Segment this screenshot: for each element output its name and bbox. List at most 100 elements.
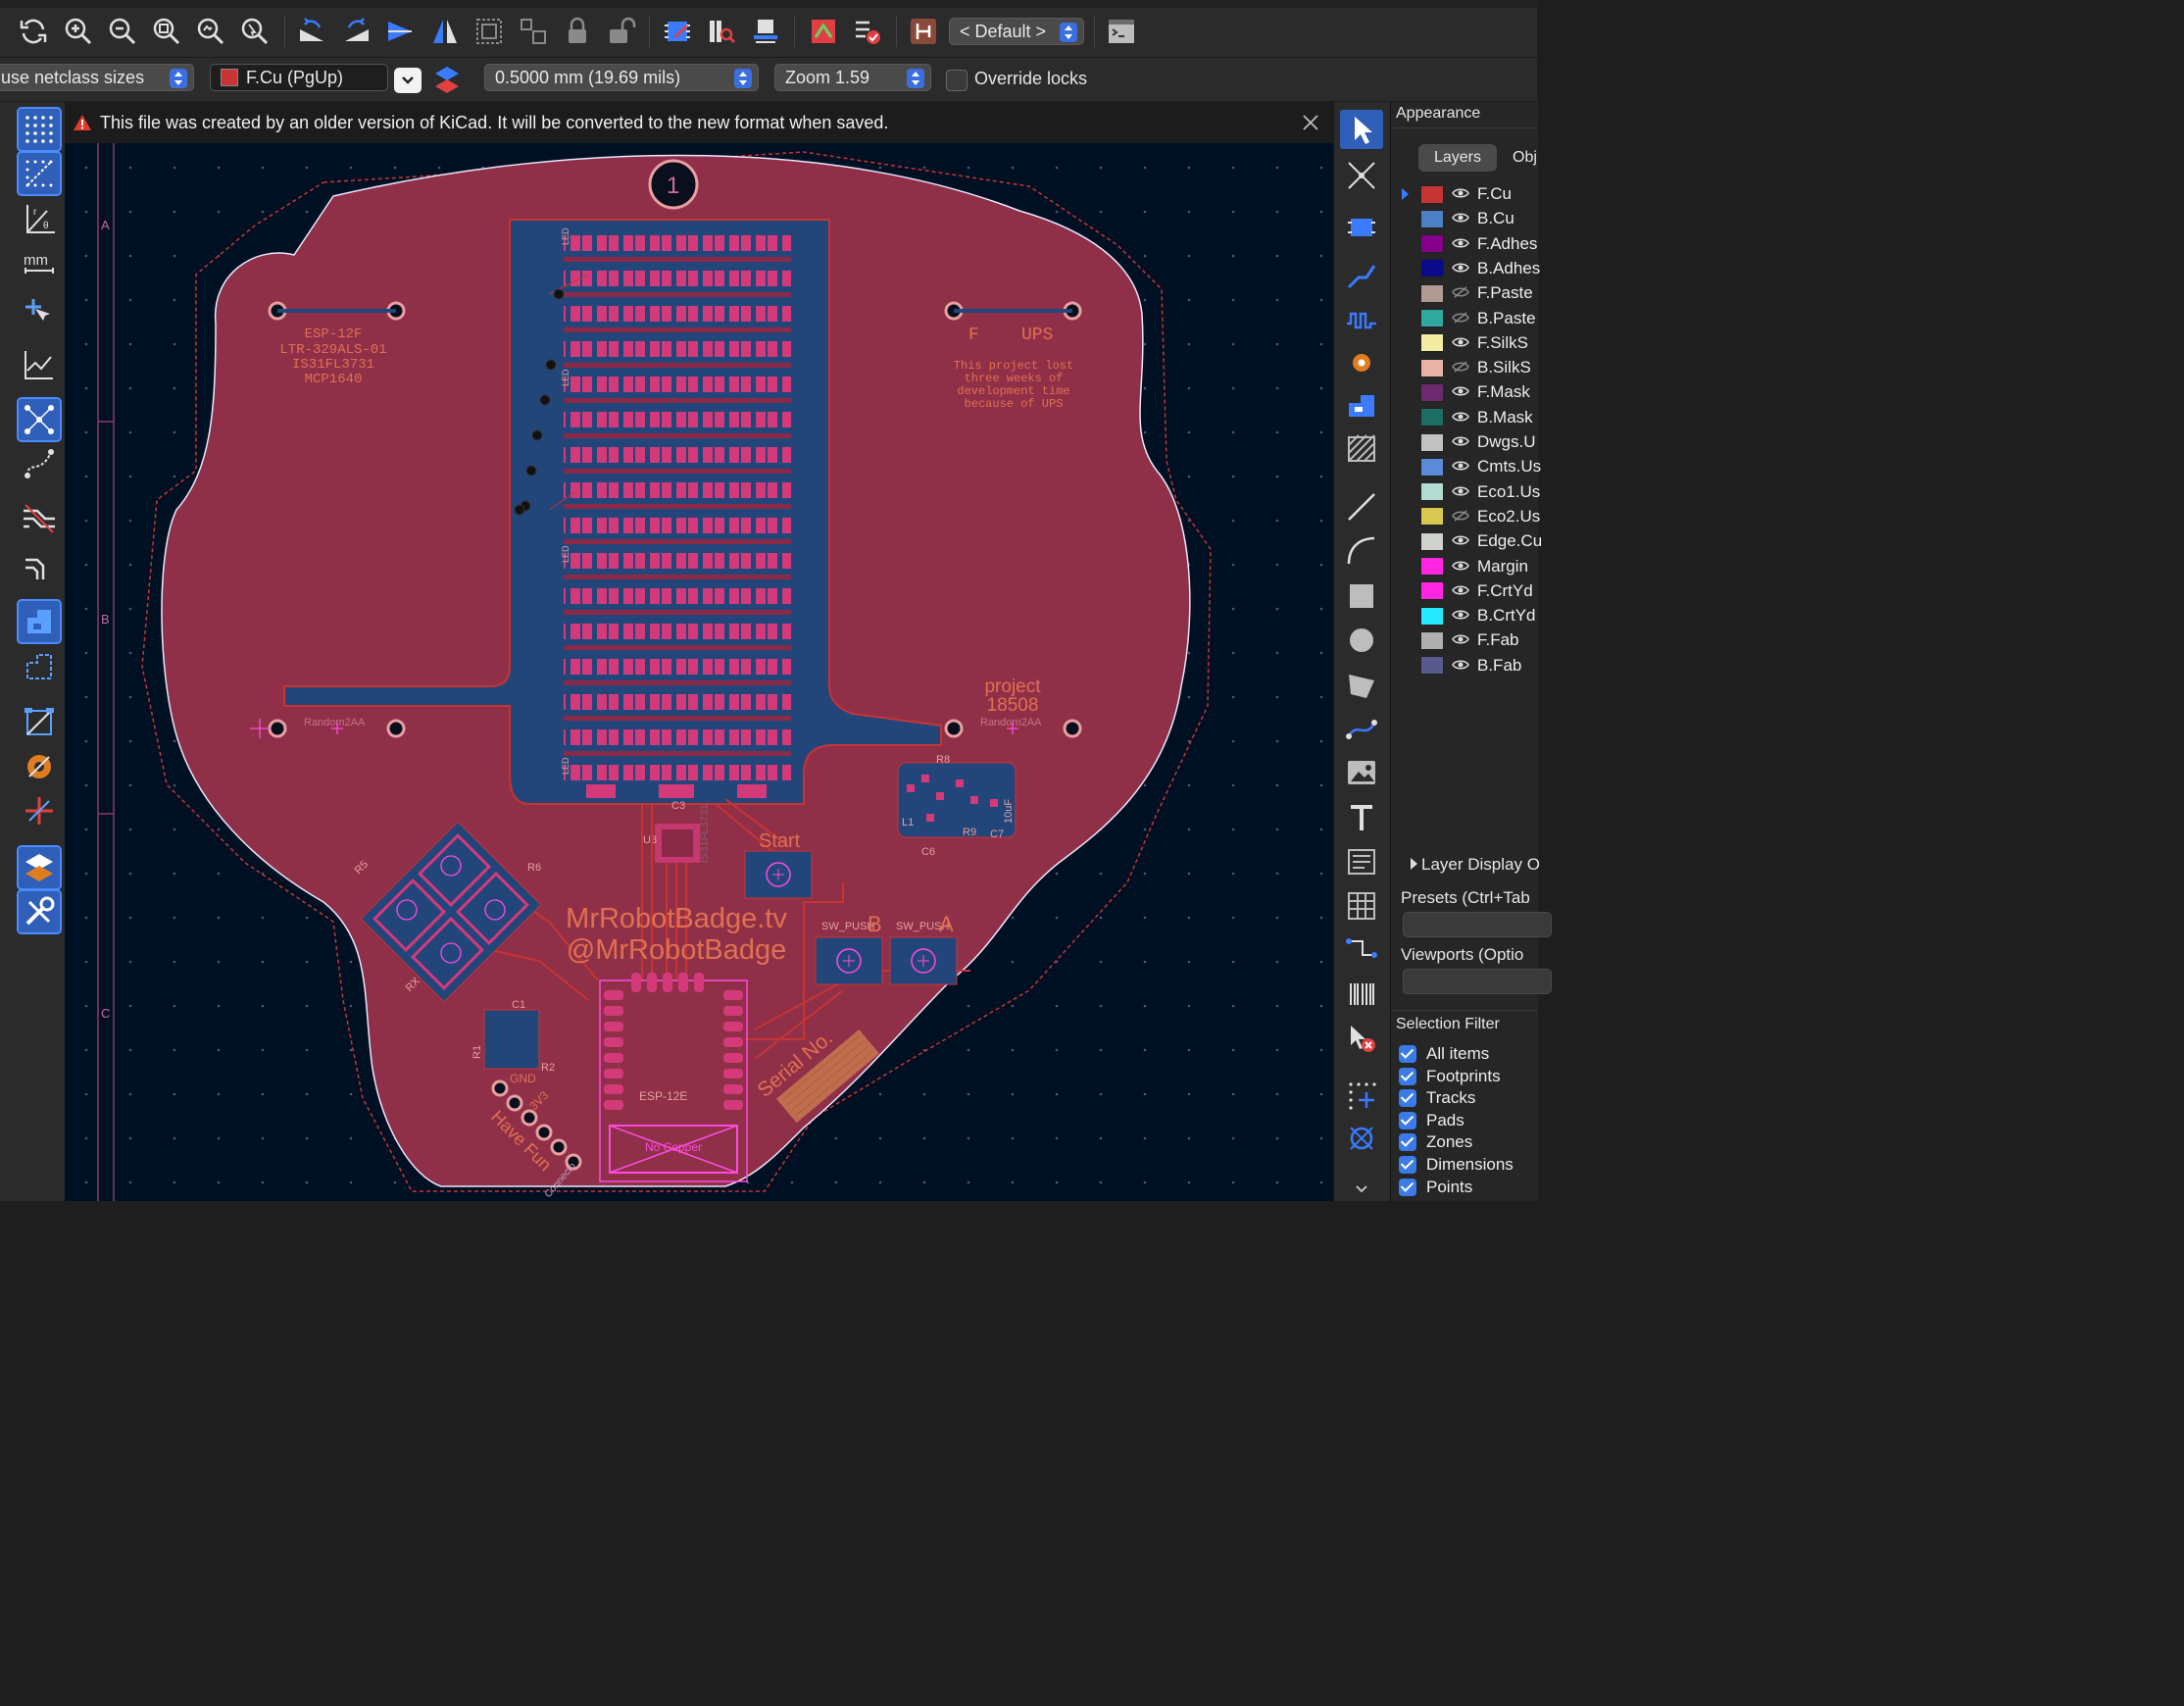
drc-icon[interactable] [850, 14, 885, 49]
tab-objects[interactable]: Obj [1507, 144, 1552, 172]
selection-filter-footprints[interactable]: Footprints [1399, 1066, 1501, 1087]
selection-filter-tracks[interactable]: Tracks [1399, 1087, 1475, 1109]
add-text-icon[interactable] [1340, 798, 1383, 837]
eye-icon[interactable] [1452, 184, 1469, 204]
cursor-full-icon[interactable] [19, 288, 60, 329]
eye-icon[interactable] [1452, 630, 1469, 650]
layer-pair-icon[interactable] [432, 64, 462, 97]
layer-color-swatch[interactable] [1420, 283, 1444, 303]
ratsnest-icon[interactable] [17, 397, 62, 442]
layer-row-margin[interactable]: Margin [1395, 555, 1538, 578]
layer-color-swatch[interactable] [1420, 309, 1444, 327]
high-contrast-icon[interactable] [19, 790, 60, 831]
footprint-editor-icon[interactable] [660, 14, 695, 49]
add-table-icon[interactable] [1340, 886, 1383, 926]
grid-origin-icon[interactable] [1340, 1076, 1383, 1115]
layer-color-swatch[interactable] [1420, 234, 1444, 254]
checkbox-checked-icon[interactable] [1399, 1133, 1416, 1152]
zone-outline-icon[interactable] [19, 646, 60, 687]
eye-icon[interactable] [1452, 606, 1469, 626]
layer-row-b-paste[interactable]: B.Paste [1395, 307, 1538, 330]
draw-arc-icon[interactable] [1340, 531, 1383, 571]
eye-icon[interactable] [1452, 209, 1469, 228]
layer-row-b-mask[interactable]: B.Mask [1395, 406, 1538, 429]
layer-color-swatch[interactable] [1420, 531, 1444, 551]
zoom-select[interactable]: Zoom 1.59 [774, 64, 931, 91]
layer-row-b-cu[interactable]: B.Cu [1395, 207, 1538, 230]
layer-row-f-adhes[interactable]: F.Adhes [1395, 232, 1538, 256]
add-zone-icon[interactable] [1340, 386, 1383, 426]
eye-icon[interactable] [1452, 656, 1469, 676]
zoom-out-icon[interactable] [105, 14, 140, 49]
footprint-browser-icon[interactable] [704, 14, 739, 49]
add-textbox-icon[interactable] [1340, 842, 1383, 881]
selection-filter-pads[interactable]: Pads [1399, 1110, 1464, 1131]
zone-fill-display-icon[interactable] [17, 599, 62, 644]
layer-dropdown-button[interactable] [394, 68, 422, 93]
layer-row-f-fab[interactable]: F.Fab [1395, 628, 1538, 652]
eye-icon[interactable] [1452, 457, 1469, 477]
route-track-icon[interactable] [1340, 257, 1383, 296]
layer-color-swatch[interactable] [1420, 259, 1444, 278]
polar-coords-icon[interactable]: rθ [19, 198, 60, 239]
add-dimension-icon[interactable] [1340, 930, 1383, 970]
layer-row-b-fab[interactable]: B.Fab [1395, 654, 1538, 677]
eye-icon[interactable] [1452, 382, 1469, 402]
layer-color-swatch[interactable] [1420, 382, 1444, 402]
tune-length-icon[interactable] [1340, 301, 1383, 340]
eye-hidden-icon[interactable] [1452, 358, 1469, 377]
net-highlight-icon[interactable] [19, 498, 60, 539]
add-footprint-icon[interactable] [1340, 208, 1383, 247]
local-ratsnest-icon[interactable] [1340, 156, 1383, 195]
pcb-board-drawing[interactable]: A B C LED LED LED LED 1 ESP-12F LTR-329A… [65, 102, 1333, 1201]
rotate-cw-icon[interactable] [339, 14, 374, 49]
lock-icon[interactable] [560, 14, 595, 49]
preset-select[interactable]: < Default > [949, 18, 1084, 45]
checkbox-checked-icon[interactable] [1399, 1067, 1416, 1085]
layer-row-edge-cu[interactable]: Edge.Cu [1395, 529, 1542, 553]
layer-color-swatch[interactable] [1420, 209, 1444, 228]
layer-row-b-adhes[interactable]: B.Adhes [1395, 257, 1540, 280]
group-icon[interactable] [472, 14, 507, 49]
layer-row-f-cu[interactable]: F.Cu [1395, 182, 1538, 206]
curved-ratsnest-icon[interactable] [19, 443, 60, 484]
zoom-in-icon[interactable] [61, 14, 96, 49]
redraw-icon[interactable] [16, 14, 51, 49]
add-barcode-icon[interactable] [1340, 975, 1383, 1014]
grid-toggle-icon[interactable] [17, 107, 62, 152]
eye-icon[interactable] [1452, 333, 1469, 353]
add-image-icon[interactable] [1340, 753, 1383, 792]
checkbox-checked-icon[interactable] [1399, 1178, 1416, 1196]
eye-hidden-icon[interactable] [1452, 283, 1469, 303]
layer-color-swatch[interactable] [1420, 656, 1444, 676]
layers-manager-icon[interactable] [17, 845, 62, 890]
layer-color-swatch[interactable] [1420, 581, 1444, 601]
drill-origin-icon[interactable] [1340, 1119, 1383, 1158]
layer-color-swatch[interactable] [1420, 606, 1444, 626]
checkbox-checked-icon[interactable] [1399, 1111, 1416, 1129]
layer-select[interactable]: F.Cu (PgUp) [210, 64, 388, 91]
mirror-v-icon[interactable] [382, 14, 418, 49]
layer-color-swatch[interactable] [1420, 482, 1444, 502]
layer-color-swatch[interactable] [1420, 557, 1444, 576]
zoom-selection-icon[interactable] [237, 14, 273, 49]
selection-filter-all-items[interactable]: All items [1399, 1043, 1489, 1065]
presets-select[interactable] [1403, 912, 1552, 937]
layer-row-f-paste[interactable]: F.Paste [1395, 281, 1538, 305]
track-display-icon[interactable] [19, 545, 60, 586]
delete-tool-icon[interactable] [1340, 1019, 1383, 1058]
layer-color-swatch[interactable] [1420, 358, 1444, 377]
add-keepout-icon[interactable] [1340, 430, 1383, 470]
selection-filter-points[interactable]: Points [1399, 1177, 1472, 1198]
layer-row-b-crtyd[interactable]: B.CrtYd [1395, 604, 1538, 627]
pcb-canvas[interactable]: A B C LED LED LED LED 1 ESP-12F LTR-329A… [65, 102, 1333, 1201]
viewports-select[interactable] [1403, 969, 1552, 994]
measure-angle-icon[interactable] [19, 344, 60, 385]
chevron-down-icon[interactable] [1340, 1180, 1383, 1200]
draw-polygon-icon[interactable] [1340, 666, 1383, 705]
override-locks-checkbox[interactable] [946, 70, 968, 91]
layer-row-dwgs-u[interactable]: Dwgs.U [1395, 430, 1538, 454]
eye-hidden-icon[interactable] [1452, 309, 1469, 328]
grid-override-icon[interactable] [17, 151, 62, 196]
layer-color-swatch[interactable] [1420, 333, 1444, 353]
